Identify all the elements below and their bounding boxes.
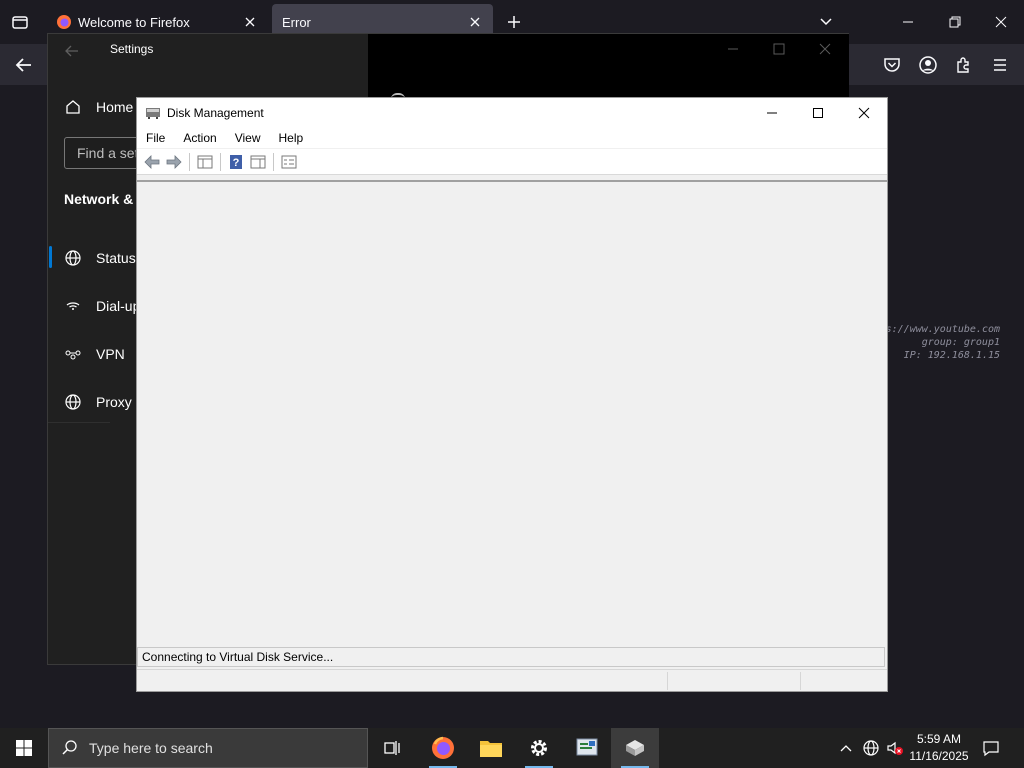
back-arrow-icon[interactable] xyxy=(14,55,34,75)
volume-muted-icon[interactable] xyxy=(886,739,904,757)
settings-minimize-icon[interactable] xyxy=(726,42,740,56)
disk-menu-bar: File Action View Help xyxy=(137,128,887,148)
sidebar-item-label: Home xyxy=(96,99,134,115)
taskbar-search-box[interactable]: Type here to search xyxy=(48,728,368,768)
sidebar-item-label: Dial-up xyxy=(96,298,141,314)
watermark-line: IP: 192.168.1.15 xyxy=(903,350,1000,361)
disk-management-title: Disk Management xyxy=(167,106,264,120)
toolbar-separator xyxy=(220,152,221,171)
taskbar-firefox-icon[interactable] xyxy=(419,728,467,768)
watermark: s://www.youtube.com group: group1 IP: 19… xyxy=(886,323,1000,362)
clock-date: 11/16/2025 xyxy=(909,749,969,763)
disk-main-pane xyxy=(137,180,887,647)
taskbar-app-icon[interactable] xyxy=(563,728,611,768)
taskbar-file-explorer-icon[interactable] xyxy=(467,728,515,768)
settings-title: Settings xyxy=(110,42,154,56)
sidebar-item-label: Proxy xyxy=(96,394,132,410)
status-message: Connecting to Virtual Disk Service... xyxy=(137,647,885,667)
globe-status-icon xyxy=(64,249,82,267)
settings-maximize-icon[interactable] xyxy=(772,42,786,56)
clock-time: 5:59 AM xyxy=(916,732,962,746)
status-divider xyxy=(800,672,801,690)
vpn-icon xyxy=(64,345,82,363)
status-divider xyxy=(667,672,668,690)
globe-proxy-icon xyxy=(64,393,82,411)
tab-list-chevron-down-icon[interactable] xyxy=(818,14,834,30)
search-icon xyxy=(61,739,79,757)
network-globe-icon[interactable] xyxy=(862,739,880,757)
extensions-icon[interactable] xyxy=(954,55,974,75)
taskbar-settings-gear-icon[interactable] xyxy=(515,728,563,768)
account-icon[interactable] xyxy=(918,55,938,75)
window-restore-icon[interactable] xyxy=(947,14,963,30)
disk-management-titlebar[interactable]: Disk Management xyxy=(137,98,887,128)
taskbar-search-placeholder: Type here to search xyxy=(89,740,213,756)
sidebar-item-label: VPN xyxy=(96,346,125,362)
help-icon[interactable]: ? xyxy=(225,151,247,173)
window-minimize-icon[interactable] xyxy=(900,14,916,30)
disk-management-app-icon xyxy=(145,105,161,121)
hamburger-menu-icon[interactable] xyxy=(990,55,1010,75)
show-hide-console-tree-icon[interactable] xyxy=(194,151,216,173)
sidebar-divider xyxy=(48,422,110,423)
disk-status-bar xyxy=(137,669,887,691)
clock[interactable]: 5:59 AM 11/16/2025 xyxy=(906,731,972,765)
show-hide-action-pane-icon[interactable] xyxy=(247,151,269,173)
disk-maximize-icon[interactable] xyxy=(795,98,841,128)
close-tab-icon[interactable] xyxy=(242,14,258,30)
disk-management-window: Disk Management File Action View Help ? … xyxy=(136,97,888,692)
menu-help[interactable]: Help xyxy=(270,131,313,145)
disk-minimize-icon[interactable] xyxy=(749,98,795,128)
sidebar-item-label: Status xyxy=(96,250,136,266)
windows-taskbar: Type here to search 5:59 AM 11/16/2025 xyxy=(0,728,1024,768)
taskbar-disk-management-icon[interactable] xyxy=(611,728,659,768)
notifications-icon[interactable] xyxy=(982,739,1000,757)
menu-action[interactable]: Action xyxy=(174,131,225,145)
tab-label: Error xyxy=(282,14,311,30)
window-close-icon[interactable] xyxy=(993,14,1009,30)
pocket-icon[interactable] xyxy=(882,55,902,75)
settings-back-arrow-icon[interactable] xyxy=(64,43,80,59)
disk-toolbar: ? xyxy=(137,149,887,175)
home-icon xyxy=(64,98,82,116)
svg-text:?: ? xyxy=(233,157,240,169)
back-arrow-icon[interactable] xyxy=(141,151,163,173)
menu-file[interactable]: File xyxy=(137,131,174,145)
list-all-tabs-icon[interactable] xyxy=(10,12,30,32)
disk-close-icon[interactable] xyxy=(841,98,887,128)
task-view-icon[interactable] xyxy=(368,728,416,768)
close-tab-icon[interactable] xyxy=(467,14,483,30)
start-windows-icon[interactable] xyxy=(0,728,48,768)
menu-view[interactable]: View xyxy=(226,131,270,145)
new-tab-plus-icon[interactable] xyxy=(506,14,522,30)
toolbar-separator xyxy=(273,152,274,171)
watermark-line: s://www.youtube.com xyxy=(885,324,1000,335)
forward-arrow-icon[interactable] xyxy=(163,151,185,173)
settings-close-icon[interactable] xyxy=(818,42,832,56)
dial-up-icon xyxy=(64,297,82,315)
toolbar-separator xyxy=(189,152,190,171)
properties-icon[interactable] xyxy=(278,151,300,173)
settings-section-heading: Network & xyxy=(64,191,134,207)
show-hidden-icons-chevron-up-icon[interactable] xyxy=(838,740,854,756)
firefox-logo-icon xyxy=(56,14,72,30)
watermark-line: group: group1 xyxy=(921,337,1000,348)
tab-label: Welcome to Firefox xyxy=(78,14,190,30)
